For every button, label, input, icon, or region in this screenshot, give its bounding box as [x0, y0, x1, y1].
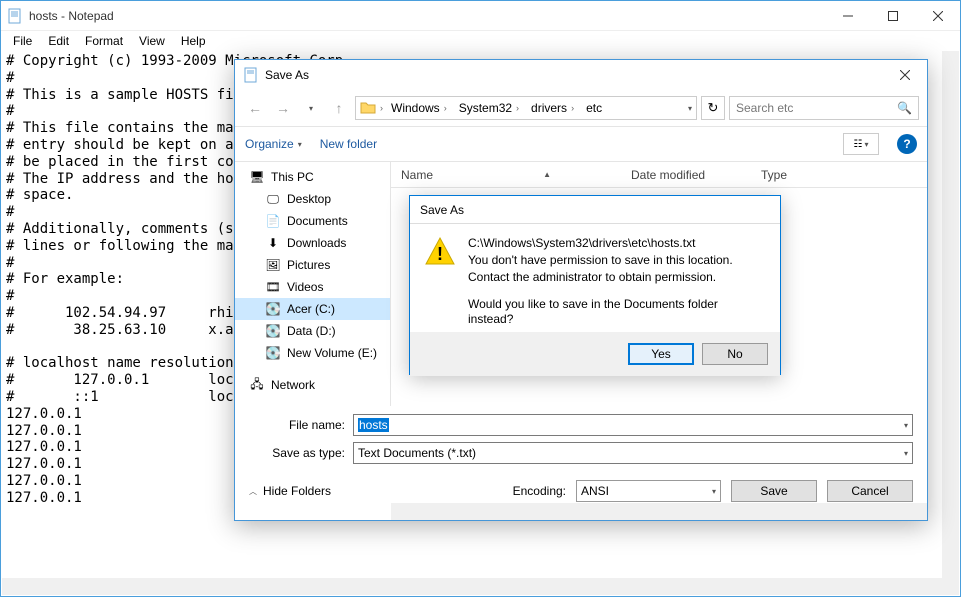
documents-icon: 📄: [265, 213, 281, 229]
warning-icon: !: [424, 236, 456, 268]
saveas-navbar: ← → ▾ ↑ › Windows› System32› drivers› et…: [235, 90, 927, 126]
refresh-button[interactable]: ↻: [701, 96, 725, 120]
filename-label: File name:: [249, 418, 353, 432]
search-icon: 🔍: [897, 101, 912, 115]
maximize-button[interactable]: [870, 1, 915, 30]
col-date[interactable]: Date modified: [621, 168, 751, 182]
breadcrumb-seg[interactable]: System32›: [455, 101, 523, 115]
notepad-title: hosts - Notepad: [29, 9, 825, 23]
address-bar[interactable]: › Windows› System32› drivers› etc ▾: [355, 96, 697, 120]
tree-pictures[interactable]: 🖼Pictures: [235, 254, 390, 276]
saveas-titlebar: Save As: [235, 60, 927, 90]
encoding-label: Encoding:: [513, 484, 566, 498]
search-input[interactable]: Search etc 🔍: [729, 96, 919, 120]
tree-videos[interactable]: 🎞Videos: [235, 276, 390, 298]
view-options-button[interactable]: ☷ ▾: [843, 133, 879, 155]
cancel-button[interactable]: Cancel: [827, 480, 913, 502]
menu-file[interactable]: File: [5, 32, 40, 50]
saveas-title: Save As: [265, 68, 882, 82]
msgbox-text: C:\Windows\System32\drivers\etc\hosts.tx…: [468, 236, 766, 332]
menu-format[interactable]: Format: [77, 32, 131, 50]
newfolder-button[interactable]: New folder: [320, 137, 377, 151]
scroll-corner: [942, 578, 959, 595]
breadcrumb-seg[interactable]: Windows›: [387, 101, 451, 115]
help-button[interactable]: ?: [897, 134, 917, 154]
search-placeholder: Search etc: [736, 101, 793, 115]
file-list-header: Name▲ Date modified Type: [391, 162, 927, 188]
msgbox-title: Save As: [410, 196, 780, 224]
filename-input[interactable]: hosts▾: [353, 414, 913, 436]
downloads-icon: ⬇: [265, 235, 281, 251]
breadcrumb-seg[interactable]: drivers›: [527, 101, 578, 115]
savetype-select[interactable]: Text Documents (*.txt)▾: [353, 442, 913, 464]
menu-view[interactable]: View: [131, 32, 173, 50]
tree-thispc[interactable]: 🖥This PC: [235, 166, 390, 188]
vertical-scrollbar[interactable]: [942, 51, 959, 578]
tree-network[interactable]: 🖧Network: [235, 374, 390, 396]
close-button[interactable]: [915, 1, 960, 30]
nav-back-button[interactable]: ←: [243, 96, 267, 120]
nav-tree: 🖥This PC 🖵Desktop 📄Documents ⬇Downloads …: [235, 162, 391, 406]
permission-msgbox: Save As ! C:\Windows\System32\drivers\et…: [409, 195, 781, 375]
desktop-icon: 🖵: [265, 191, 281, 207]
svg-text:!: !: [437, 244, 443, 264]
savetype-label: Save as type:: [249, 446, 353, 460]
horizontal-scrollbar[interactable]: [2, 578, 942, 595]
notepad-menubar: File Edit Format View Help: [1, 31, 960, 51]
tree-acer-c[interactable]: 💽Acer (C:): [235, 298, 390, 320]
organize-button[interactable]: Organize ▾: [245, 137, 302, 151]
nav-recent-button[interactable]: ▾: [299, 96, 323, 120]
pictures-icon: 🖼: [265, 257, 281, 273]
yes-button[interactable]: Yes: [628, 343, 694, 365]
drive-icon: 💽: [265, 345, 281, 361]
tree-downloads[interactable]: ⬇Downloads: [235, 232, 390, 254]
tree-newvol-e[interactable]: 💽New Volume (E:): [235, 342, 390, 364]
menu-edit[interactable]: Edit: [40, 32, 77, 50]
file-list-hscroll[interactable]: [391, 503, 927, 520]
videos-icon: 🎞: [265, 279, 281, 295]
minimize-button[interactable]: [825, 1, 870, 30]
folder-icon: [360, 100, 376, 116]
breadcrumb-seg[interactable]: etc: [582, 101, 606, 115]
saveas-toolbar: Organize ▾ New folder ☷ ▾ ?: [235, 126, 927, 162]
saveas-close-button[interactable]: [882, 61, 927, 90]
encoding-select[interactable]: ANSI▾: [576, 480, 721, 502]
pc-icon: 🖥: [249, 169, 265, 185]
notepad-titlebar: hosts - Notepad: [1, 1, 960, 31]
no-button[interactable]: No: [702, 343, 768, 365]
network-icon: 🖧: [249, 377, 265, 393]
tree-data-d[interactable]: 💽Data (D:): [235, 320, 390, 342]
notepad-icon: [7, 8, 23, 24]
drive-icon: 💽: [265, 323, 281, 339]
nav-up-button[interactable]: ↑: [327, 96, 351, 120]
notepad-icon: [243, 67, 259, 83]
hidefolders-button[interactable]: ︿Hide Folders: [249, 484, 331, 498]
tree-desktop[interactable]: 🖵Desktop: [235, 188, 390, 210]
col-name[interactable]: Name▲: [391, 168, 621, 182]
tree-documents[interactable]: 📄Documents: [235, 210, 390, 232]
save-button[interactable]: Save: [731, 480, 817, 502]
nav-forward-button[interactable]: →: [271, 96, 295, 120]
menu-help[interactable]: Help: [173, 32, 214, 50]
drive-icon: 💽: [265, 301, 281, 317]
col-type[interactable]: Type: [751, 168, 797, 182]
